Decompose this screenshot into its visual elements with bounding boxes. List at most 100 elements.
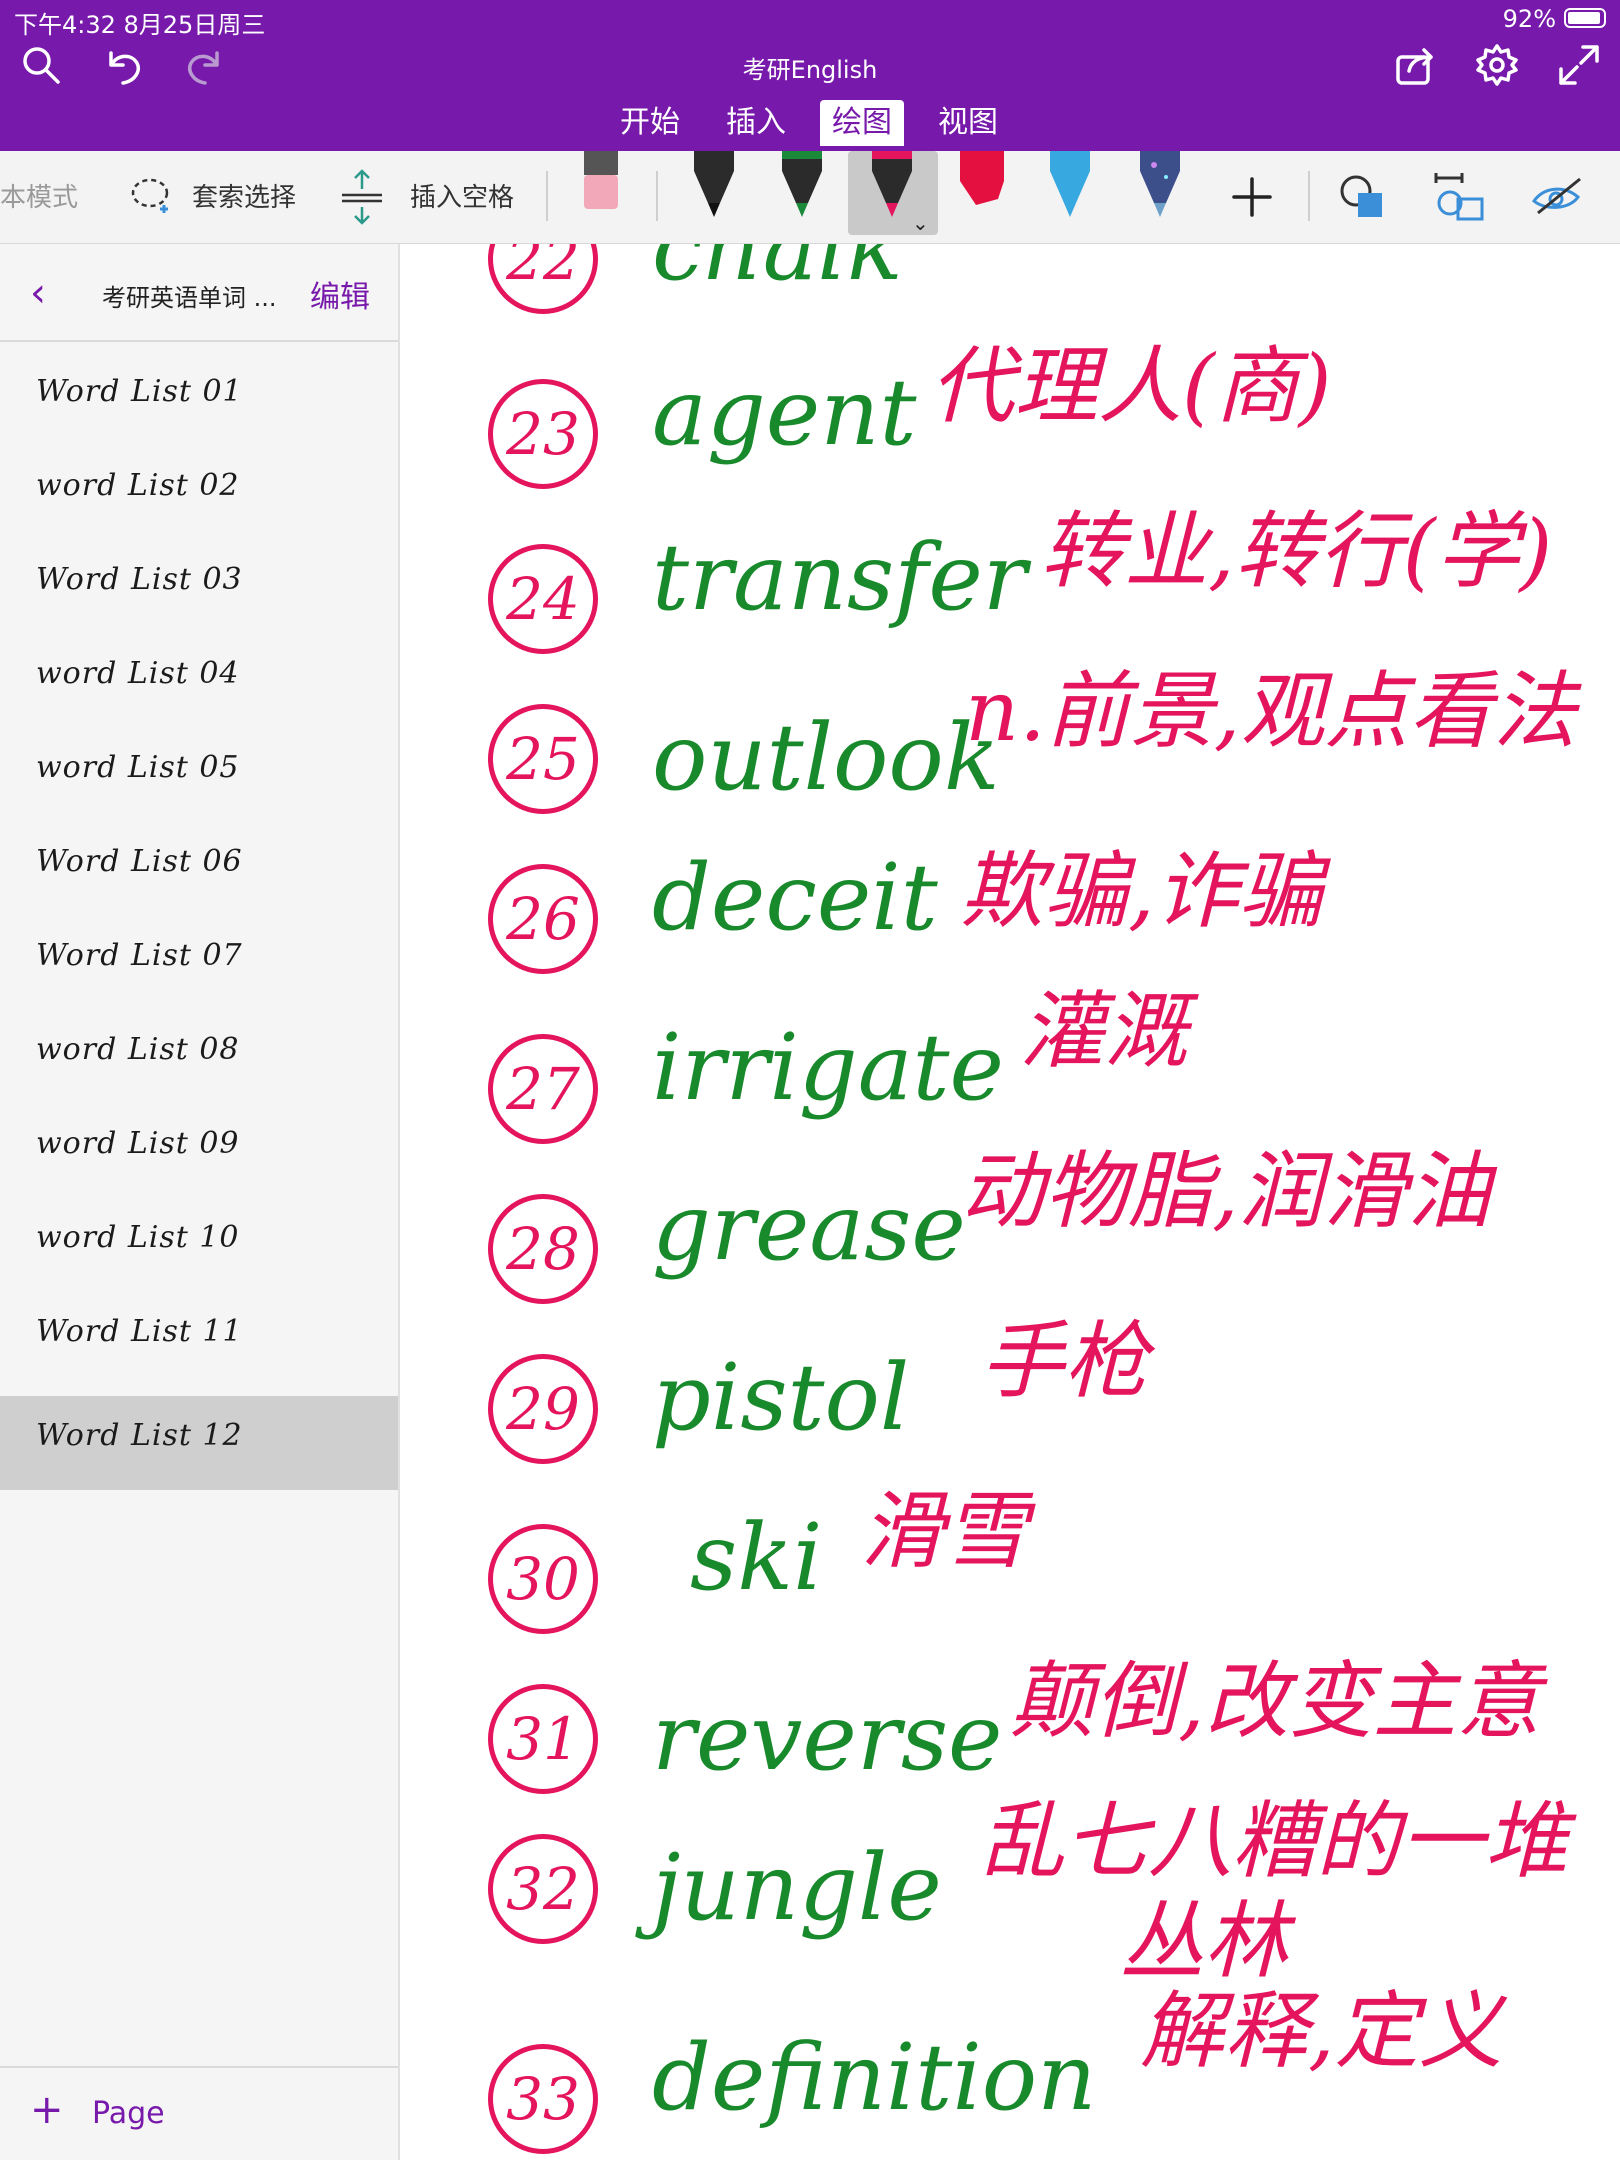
tab-draw[interactable]: 绘图	[820, 100, 904, 146]
ink-replay-icon[interactable]	[1530, 173, 1586, 221]
text-mode-button[interactable]: 本模式	[0, 177, 78, 214]
chinese-meaning: 解释,定义	[1140, 1982, 1503, 2080]
toolbar-divider	[1308, 171, 1310, 221]
chinese-meaning: 灌溉	[1020, 982, 1189, 1080]
fullscreen-icon[interactable]	[1552, 38, 1606, 92]
lasso-select-button[interactable]: 套索选择	[192, 177, 296, 214]
app-title: 考研English	[742, 56, 878, 84]
green-pen-tool[interactable]	[772, 151, 832, 231]
note-entry: 32 jungle 乱七八糟的一堆 丛林	[400, 1792, 1620, 1990]
english-word: definition	[652, 2024, 1097, 2131]
ink-to-shape-icon[interactable]	[1432, 169, 1488, 225]
entry-number: 24	[488, 544, 598, 654]
toolbar-divider	[546, 171, 548, 221]
page-item-label: word List 05	[36, 750, 240, 785]
note-canvas[interactable]: 22 chalk 23 agent 代理人(商) 24 transfer 转业,…	[400, 244, 1620, 2160]
english-word: agent	[652, 359, 917, 466]
sidebar-header: ‹ 考研英语单词 ... 编辑	[0, 244, 398, 342]
red-highlighter-tool[interactable]	[952, 151, 1012, 231]
insert-space-button[interactable]: 插入空格	[410, 177, 514, 214]
entry-number: 28	[488, 1194, 598, 1304]
add-page-button[interactable]: + Page	[0, 2066, 398, 2160]
page-item[interactable]: word List 08	[0, 1010, 398, 1104]
page-item[interactable]: word List 09	[0, 1104, 398, 1198]
edit-button[interactable]: 编辑	[310, 272, 370, 316]
page-item[interactable]: Word List 03	[0, 540, 398, 634]
page-item-label: Word List 06	[36, 844, 243, 879]
galaxy-pen-tool[interactable]	[1130, 151, 1190, 231]
page-item-label: Word List 01	[36, 374, 243, 409]
shapes-icon[interactable]	[1338, 173, 1386, 221]
page-item[interactable]: Word List 01	[0, 352, 398, 446]
english-word: transfer	[652, 524, 1027, 631]
english-word: jungle	[652, 1834, 942, 1941]
note-entry: 26 deceit 欺骗,诈骗	[400, 842, 1620, 1014]
page-item[interactable]: Word List 11	[0, 1292, 398, 1386]
settings-gear-icon[interactable]	[1470, 38, 1524, 92]
page-item-selected[interactable]: Word List 12	[0, 1396, 398, 1490]
entry-number: 25	[488, 704, 598, 814]
plus-icon: +	[30, 2087, 64, 2133]
english-word: outlook	[652, 704, 1000, 811]
english-word: reverse	[652, 1684, 1003, 1791]
page-item[interactable]: word List 02	[0, 446, 398, 540]
chinese-meaning: 转业,转行(学)	[1040, 502, 1553, 600]
page-list-sidebar: ‹ 考研英语单词 ... 编辑 Word List 01 word List 0…	[0, 244, 400, 2160]
tab-view[interactable]: 视图	[926, 100, 1010, 146]
page-item-label: word List 04	[36, 656, 240, 691]
page-item[interactable]: word List 10	[0, 1198, 398, 1292]
page-item-label: word List 09	[36, 1126, 240, 1161]
status-time: 下午4:32 8月25日周三	[14, 11, 266, 39]
page-item-label: Word List 12	[36, 1418, 243, 1453]
entry-number: 33	[488, 2044, 598, 2154]
entry-number: 27	[488, 1034, 598, 1144]
black-pen-tool[interactable]	[684, 151, 744, 231]
chevron-down-icon[interactable]: ⌄	[912, 211, 929, 235]
add-pen-icon[interactable]	[1230, 175, 1274, 219]
page-item-label: Word List 03	[36, 562, 243, 597]
page-item[interactable]: Word List 07	[0, 916, 398, 1010]
chinese-meaning: 动物脂,润滑油	[960, 1142, 1491, 1240]
page-item-label: Word List 07	[36, 938, 243, 973]
lasso-icon	[130, 175, 174, 219]
english-word: chalk	[652, 244, 903, 301]
note-entry: 33 definition 解释,定义	[400, 1982, 1620, 2160]
english-word: pistol	[652, 1344, 910, 1451]
toolbar-divider	[656, 171, 658, 221]
insert-space-icon	[340, 169, 384, 225]
draw-toolbar: 本模式 套索选择 插入空格 ⌄	[0, 151, 1620, 244]
tab-insert[interactable]: 插入	[714, 100, 798, 146]
blue-pen-tool[interactable]	[1040, 151, 1100, 231]
share-icon[interactable]	[1388, 38, 1442, 92]
entry-number: 31	[488, 1684, 598, 1794]
page-item-label: word List 10	[36, 1220, 240, 1255]
chinese-meaning: n.前景,观点看法	[965, 662, 1577, 760]
battery-icon	[1564, 8, 1606, 28]
page-item[interactable]: Word List 06	[0, 822, 398, 916]
page-item-label: word List 02	[36, 468, 240, 503]
entry-number: 22	[488, 244, 598, 314]
english-word: irrigate	[652, 1014, 1004, 1121]
chinese-meaning: 欺骗,诈骗	[960, 842, 1323, 940]
english-word: ski	[690, 1504, 823, 1611]
chinese-meaning: 手枪	[980, 1312, 1149, 1410]
entry-number: 23	[488, 379, 598, 489]
eraser-tool[interactable]	[572, 151, 632, 231]
battery-percent: 92%	[1502, 5, 1556, 33]
english-word: deceit	[652, 844, 938, 951]
back-chevron-icon[interactable]: ‹	[30, 270, 46, 316]
page-item-label: Word List 11	[36, 1314, 243, 1349]
tab-home[interactable]: 开始	[608, 100, 692, 146]
page-item[interactable]: word List 05	[0, 728, 398, 822]
section-title: 考研英语单词 ...	[102, 284, 277, 312]
chinese-meaning: 滑雪	[860, 1482, 1029, 1580]
english-word: grease	[652, 1174, 966, 1281]
entry-number: 29	[488, 1354, 598, 1464]
page-item-label: word List 08	[36, 1032, 240, 1067]
add-page-label: Page	[92, 2096, 165, 2131]
entry-number: 30	[488, 1524, 598, 1634]
chinese-meaning: 颠倒,改变主意	[1010, 1652, 1541, 1750]
page-item[interactable]: word List 04	[0, 634, 398, 728]
app-header: 下午4:32 8月25日周三 92% 考研English 开始 插入 绘图 视图	[0, 0, 1620, 151]
chinese-meaning: 代理人(商)	[930, 337, 1332, 435]
